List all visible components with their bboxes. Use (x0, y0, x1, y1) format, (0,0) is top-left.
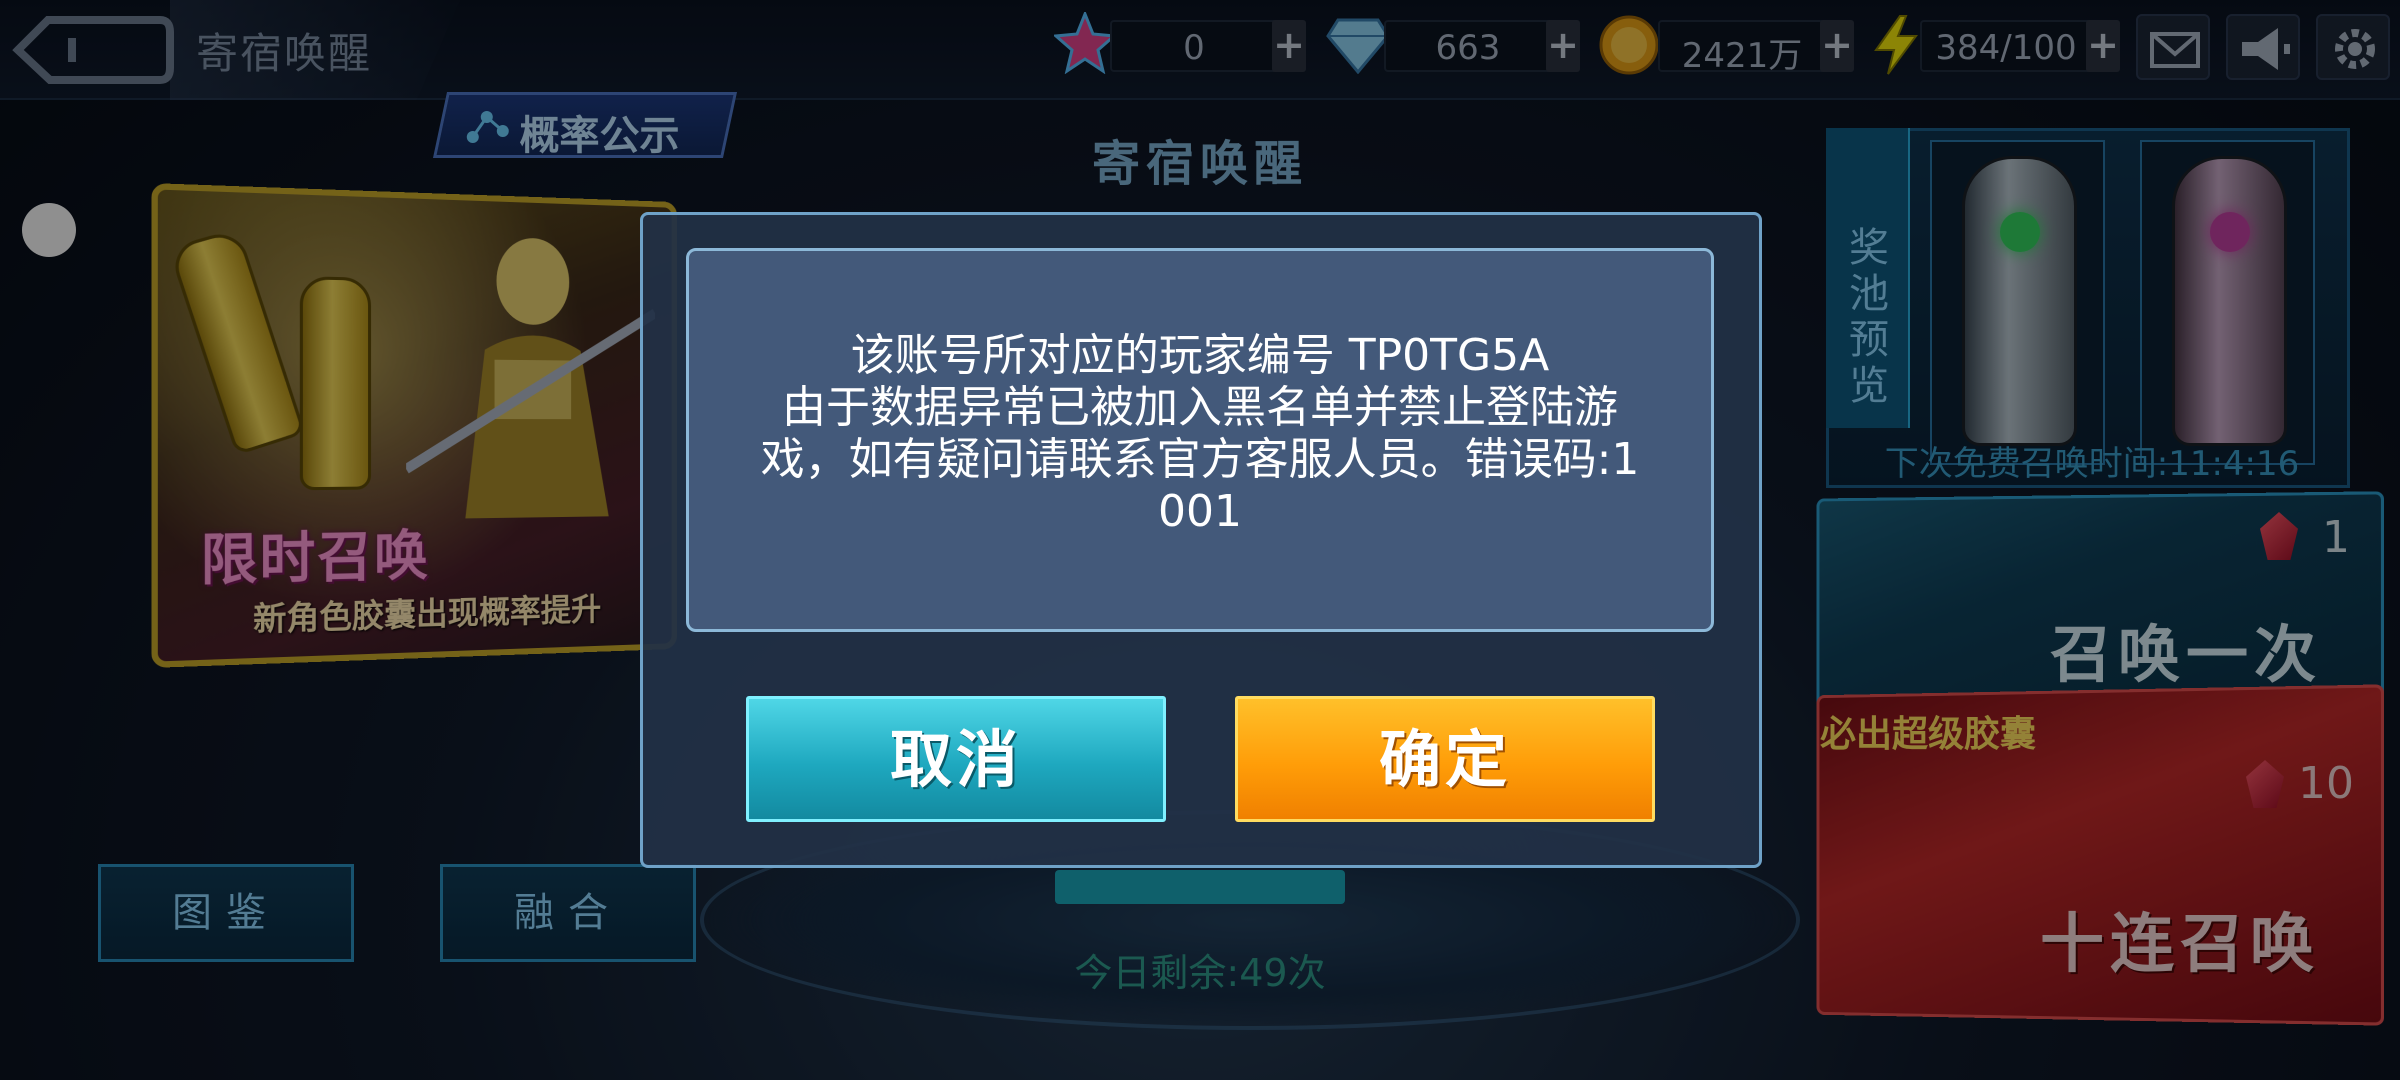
confirm-button[interactable]: 确定 (1235, 696, 1655, 822)
message-line: 该账号所对应的玩家编号 TP0TG5A (850, 330, 1550, 381)
message-line: 001 (1158, 486, 1242, 537)
message-line: 戏，如有疑问请联系官方客服人员。错误码:1 (760, 434, 1640, 485)
ban-message: 该账号所对应的玩家编号 TP0TG5A 由于数据异常已被加入黑名单并禁止登陆游 … (690, 330, 1710, 538)
message-line: 由于数据异常已被加入黑名单并禁止登陆游 (782, 382, 1618, 433)
cancel-button[interactable]: 取消 (746, 696, 1166, 822)
